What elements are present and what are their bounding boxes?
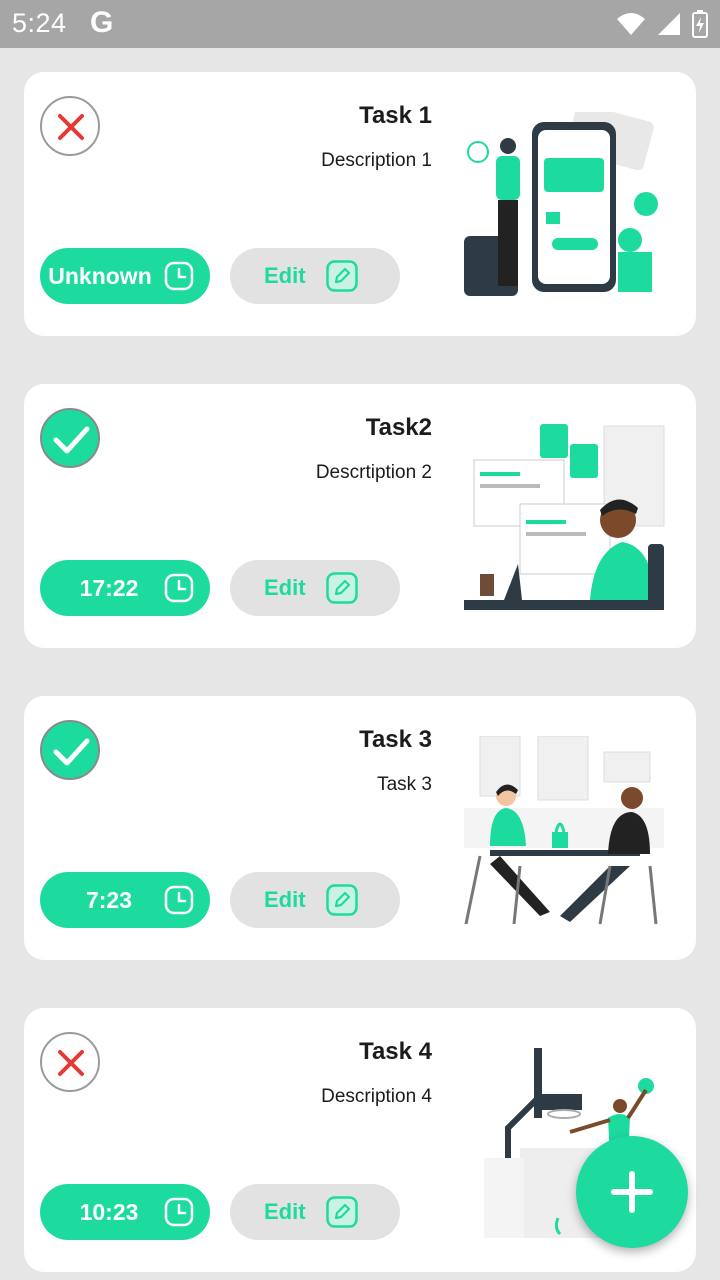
task-title: Task 3 [359, 726, 432, 753]
coding-developer-illustration [464, 424, 665, 610]
add-task-button[interactable] [576, 1136, 688, 1248]
coffee-meeting-illustration [464, 736, 664, 925]
google-icon: G [90, 6, 114, 39]
time-label: Unknown [48, 262, 152, 289]
mobile-payment-illustration [464, 112, 658, 296]
edit-button[interactable]: Edit [230, 872, 400, 928]
signal-icon [658, 13, 680, 35]
task-description: Description 4 [321, 1086, 432, 1107]
edit-pencil-icon [326, 884, 358, 916]
status-time: 5:24 [12, 8, 67, 38]
time-button[interactable]: 10:23 [40, 1184, 210, 1240]
battery-icon [692, 10, 708, 38]
time-label: 10:23 [79, 1198, 139, 1225]
status-done-icon[interactable] [40, 408, 100, 468]
time-button[interactable]: Unknown [40, 248, 210, 304]
time-label: 7:23 [85, 886, 133, 913]
edit-button[interactable]: Edit [230, 1184, 400, 1240]
status-fail-icon[interactable] [40, 1032, 100, 1092]
edit-button[interactable]: Edit [230, 248, 400, 304]
task-description: Description 1 [321, 150, 432, 171]
time-label: 17:22 [79, 574, 139, 601]
edit-pencil-icon [326, 260, 358, 292]
clock-icon [164, 1197, 194, 1227]
task-card[interactable]: Task 3 Task 3 7:23 Edit [24, 696, 696, 960]
edit-label: Edit [264, 263, 306, 288]
time-button[interactable]: 7:23 [40, 872, 210, 928]
edit-label: Edit [264, 575, 306, 600]
task-card[interactable]: Task 1 Description 1 Unknown Edit [24, 72, 696, 336]
status-icons [616, 10, 708, 38]
task-card[interactable]: Task2 Descrtiption 2 17:22 Edit [24, 384, 696, 648]
clock-icon [164, 261, 194, 291]
edit-label: Edit [264, 1199, 306, 1224]
plus-icon [611, 1171, 653, 1213]
task-description: Task 3 [377, 774, 432, 795]
status-bar: 5:24 G [0, 0, 720, 48]
task-title: Task2 [365, 414, 432, 441]
edit-label: Edit [264, 887, 306, 912]
task-description: Descrtiption 2 [315, 462, 432, 483]
edit-pencil-icon [326, 572, 358, 604]
edit-button[interactable]: Edit [230, 560, 400, 616]
status-done-icon[interactable] [40, 720, 100, 780]
clock-icon [164, 885, 194, 915]
wifi-icon [617, 13, 645, 35]
task-title: Task 1 [359, 102, 432, 129]
task-title: Task 4 [359, 1038, 432, 1065]
status-fail-icon[interactable] [40, 96, 100, 156]
clock-icon [164, 573, 194, 603]
edit-pencil-icon [326, 1196, 358, 1228]
time-button[interactable]: 17:22 [40, 560, 210, 616]
